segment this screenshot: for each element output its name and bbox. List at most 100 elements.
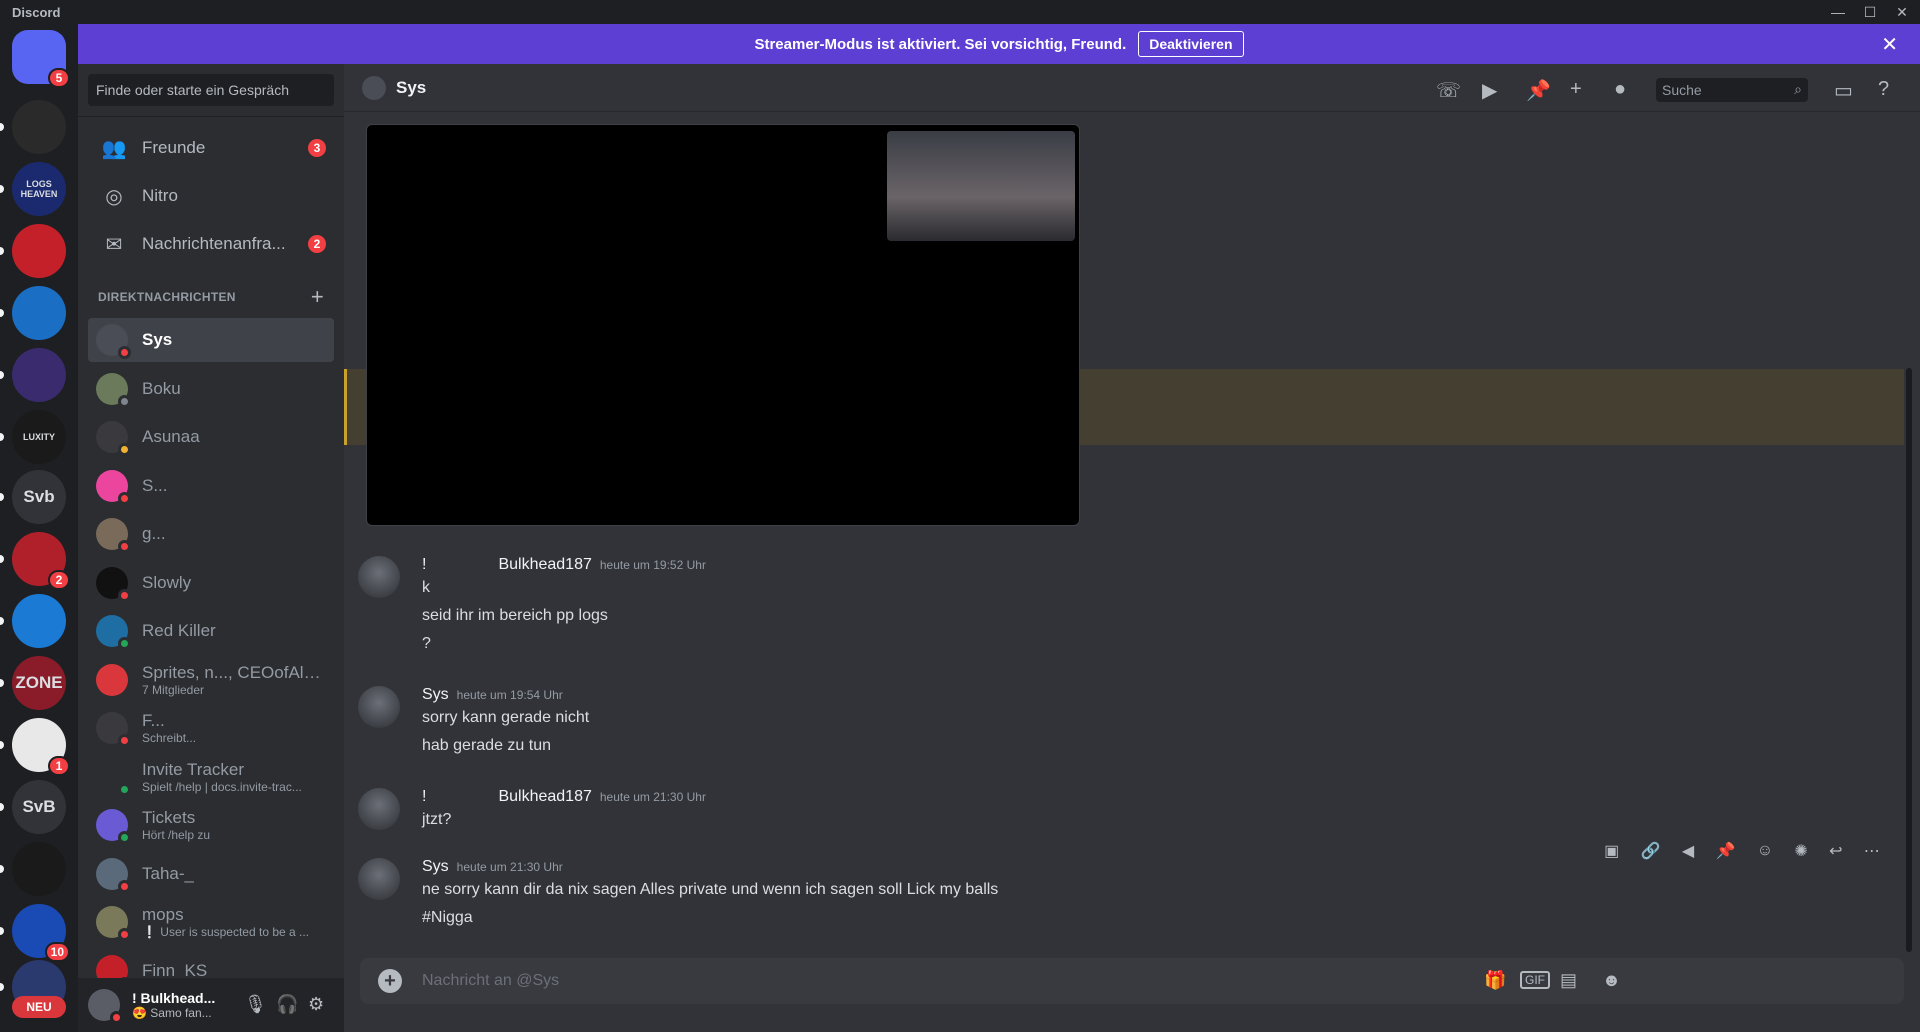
- maximize-button[interactable]: ☐: [1856, 0, 1884, 24]
- microphone-icon[interactable]: 🎙: [244, 994, 267, 1015]
- dm-item[interactable]: Tickets Hört /help zu: [88, 803, 334, 847]
- avatar: [96, 712, 131, 747]
- link-icon[interactable]: 🔗: [1641, 841, 1661, 861]
- dm-name: Sys: [142, 330, 173, 349]
- chat-title: Sys: [396, 77, 427, 97]
- banner-text: Streamer-Modus ist aktiviert. Sei vorsic…: [754, 35, 1127, 53]
- avatar[interactable]: [358, 686, 400, 728]
- dm-name: Invite Tracker: [142, 759, 245, 779]
- server-icon[interactable]: [12, 594, 66, 648]
- nav-item[interactable]: ◎ Nitro: [88, 174, 334, 218]
- avatar[interactable]: [358, 788, 400, 830]
- add-attachment-icon[interactable]: +: [378, 969, 402, 993]
- nav-item[interactable]: 👥 Freunde 3: [88, 126, 334, 170]
- emoji-icon[interactable]: ☻: [1602, 970, 1621, 991]
- server-icon[interactable]: LUXITY: [12, 410, 66, 464]
- timestamp: heute um 21:30 Uhr: [599, 790, 706, 804]
- dm-item[interactable]: mops ❕ User is suspected to be a ...: [88, 900, 334, 944]
- dm-item[interactable]: Sprites, n..., CEOofAlt... 7 Mitglieder: [88, 658, 334, 702]
- author-name[interactable]: Sys: [422, 686, 449, 703]
- inbox-icon[interactable]: ▭: [1834, 78, 1853, 103]
- more-icon[interactable]: ⋯: [1864, 841, 1880, 861]
- avatar: [96, 372, 131, 408]
- add-friend-icon[interactable]: +: [1570, 78, 1582, 101]
- sticker-icon[interactable]: ▤: [1560, 970, 1577, 991]
- new-label[interactable]: NEU: [12, 996, 66, 1018]
- timestamp: heute um 19:54 Uhr: [456, 688, 563, 702]
- server-icon[interactable]: SvB: [12, 780, 66, 834]
- nav-badge: 3: [308, 139, 326, 157]
- gear-icon[interactable]: ⚙: [308, 994, 324, 1015]
- dm-item[interactable]: Red Killer: [88, 609, 334, 653]
- add-dm-icon[interactable]: +: [311, 284, 324, 310]
- composer-input[interactable]: Nachricht an @Sys: [422, 972, 559, 990]
- deactivate-button[interactable]: Deaktivieren: [1138, 31, 1244, 57]
- pin-icon[interactable]: 📌: [1526, 78, 1551, 103]
- dm-item[interactable]: Slowly: [88, 561, 334, 605]
- gif-icon[interactable]: GIF: [1520, 971, 1550, 989]
- user-name: ! Bulkhead...: [132, 990, 216, 1006]
- server-icon[interactable]: 2: [12, 532, 70, 590]
- avatar[interactable]: [88, 989, 123, 1024]
- headphones-icon[interactable]: 🎧: [276, 994, 298, 1015]
- dm-item[interactable]: Invite Tracker Spielt /help | docs.invite…: [88, 755, 334, 799]
- server-icon[interactable]: [12, 842, 66, 896]
- dm-item[interactable]: Sys: [88, 318, 334, 362]
- server-icon[interactable]: Svb: [12, 470, 66, 524]
- video-stream[interactable]: [366, 124, 1080, 526]
- status-indicator: [118, 394, 131, 408]
- pin-icon[interactable]: 📌: [1715, 841, 1735, 861]
- dm-search-input[interactable]: Finde oder starte ein Gespräch: [88, 74, 334, 106]
- message-composer[interactable]: + Nachricht an @Sys 🎁 GIF ▤ ☻: [360, 958, 1904, 1004]
- avatar[interactable]: [358, 858, 400, 900]
- reply-icon[interactable]: ↩: [1829, 841, 1842, 861]
- gift-icon[interactable]: 🎁: [1484, 970, 1506, 991]
- dm-item[interactable]: Asunaa: [88, 415, 334, 459]
- server-icon[interactable]: [12, 348, 66, 402]
- webcam-preview[interactable]: [887, 131, 1075, 241]
- author-name[interactable]: Bulkhead187: [498, 788, 591, 805]
- server-icon[interactable]: [12, 224, 66, 278]
- dm-subtext: Schreibt...: [142, 731, 197, 745]
- dm-subtext: Hört /help zu: [142, 828, 211, 842]
- super-reaction-icon[interactable]: ✺: [1794, 841, 1807, 861]
- voice-call-icon[interactable]: ☏: [1436, 78, 1461, 103]
- server-icon[interactable]: 10: [12, 904, 70, 962]
- status-indicator: [118, 782, 131, 796]
- discord-window: Discord — ☐ ✕ 5 LOGS HEAVEN LUXITY Svb 2 ZONE…: [0, 0, 1920, 1032]
- dm-name: Slowly: [142, 572, 192, 592]
- megaphone-icon[interactable]: ◀: [1682, 841, 1694, 861]
- server-icon[interactable]: 1: [12, 718, 70, 776]
- user-profile-icon[interactable]: ●: [1614, 78, 1626, 101]
- avatar[interactable]: [358, 556, 400, 598]
- server-rail: 5 LOGS HEAVEN LUXITY Svb 2 ZONE 1 SvB 10 NEU: [0, 24, 78, 1032]
- author-name[interactable]: Sys: [422, 858, 449, 875]
- minimize-button[interactable]: —: [1824, 0, 1852, 24]
- reaction-icon[interactable]: ☺: [1757, 842, 1773, 860]
- server-icon[interactable]: [12, 100, 66, 154]
- message-toolbar: ▣ 🔗 ◀ 📌 ☺ ✺ ↩ ⋯: [1598, 836, 1886, 866]
- dm-item[interactable]: g...: [88, 512, 334, 556]
- server-label: LUXITY: [22, 432, 55, 442]
- server-icon[interactable]: ZONE: [12, 656, 66, 710]
- help-icon[interactable]: ?: [1878, 78, 1889, 101]
- nav-item[interactable]: ✉ Nachrichtenanfra... 2: [88, 222, 334, 266]
- id-icon[interactable]: ▣: [1604, 841, 1619, 861]
- home-button[interactable]: 5: [12, 30, 70, 88]
- unread-indicator: [0, 617, 4, 625]
- status-indicator: [118, 879, 131, 893]
- close-icon[interactable]: ✕: [1881, 32, 1898, 57]
- dm-item[interactable]: S...: [88, 464, 334, 508]
- dm-item[interactable]: Boku: [88, 367, 334, 411]
- video-call-icon[interactable]: ▶: [1482, 78, 1497, 103]
- author-name[interactable]: Bulkhead187: [498, 556, 591, 573]
- server-icon[interactable]: LOGS HEAVEN: [12, 162, 66, 216]
- close-window-button[interactable]: ✕: [1888, 0, 1916, 24]
- scrollbar[interactable]: [1906, 368, 1912, 952]
- server-label: SvB: [22, 797, 56, 816]
- search-input[interactable]: Suche ⌕: [1656, 78, 1808, 102]
- dm-item[interactable]: F... Schreibt...: [88, 706, 334, 750]
- dm-item[interactable]: Taha-_: [88, 852, 334, 896]
- server-icon[interactable]: [12, 286, 66, 340]
- avatar: [96, 663, 128, 696]
